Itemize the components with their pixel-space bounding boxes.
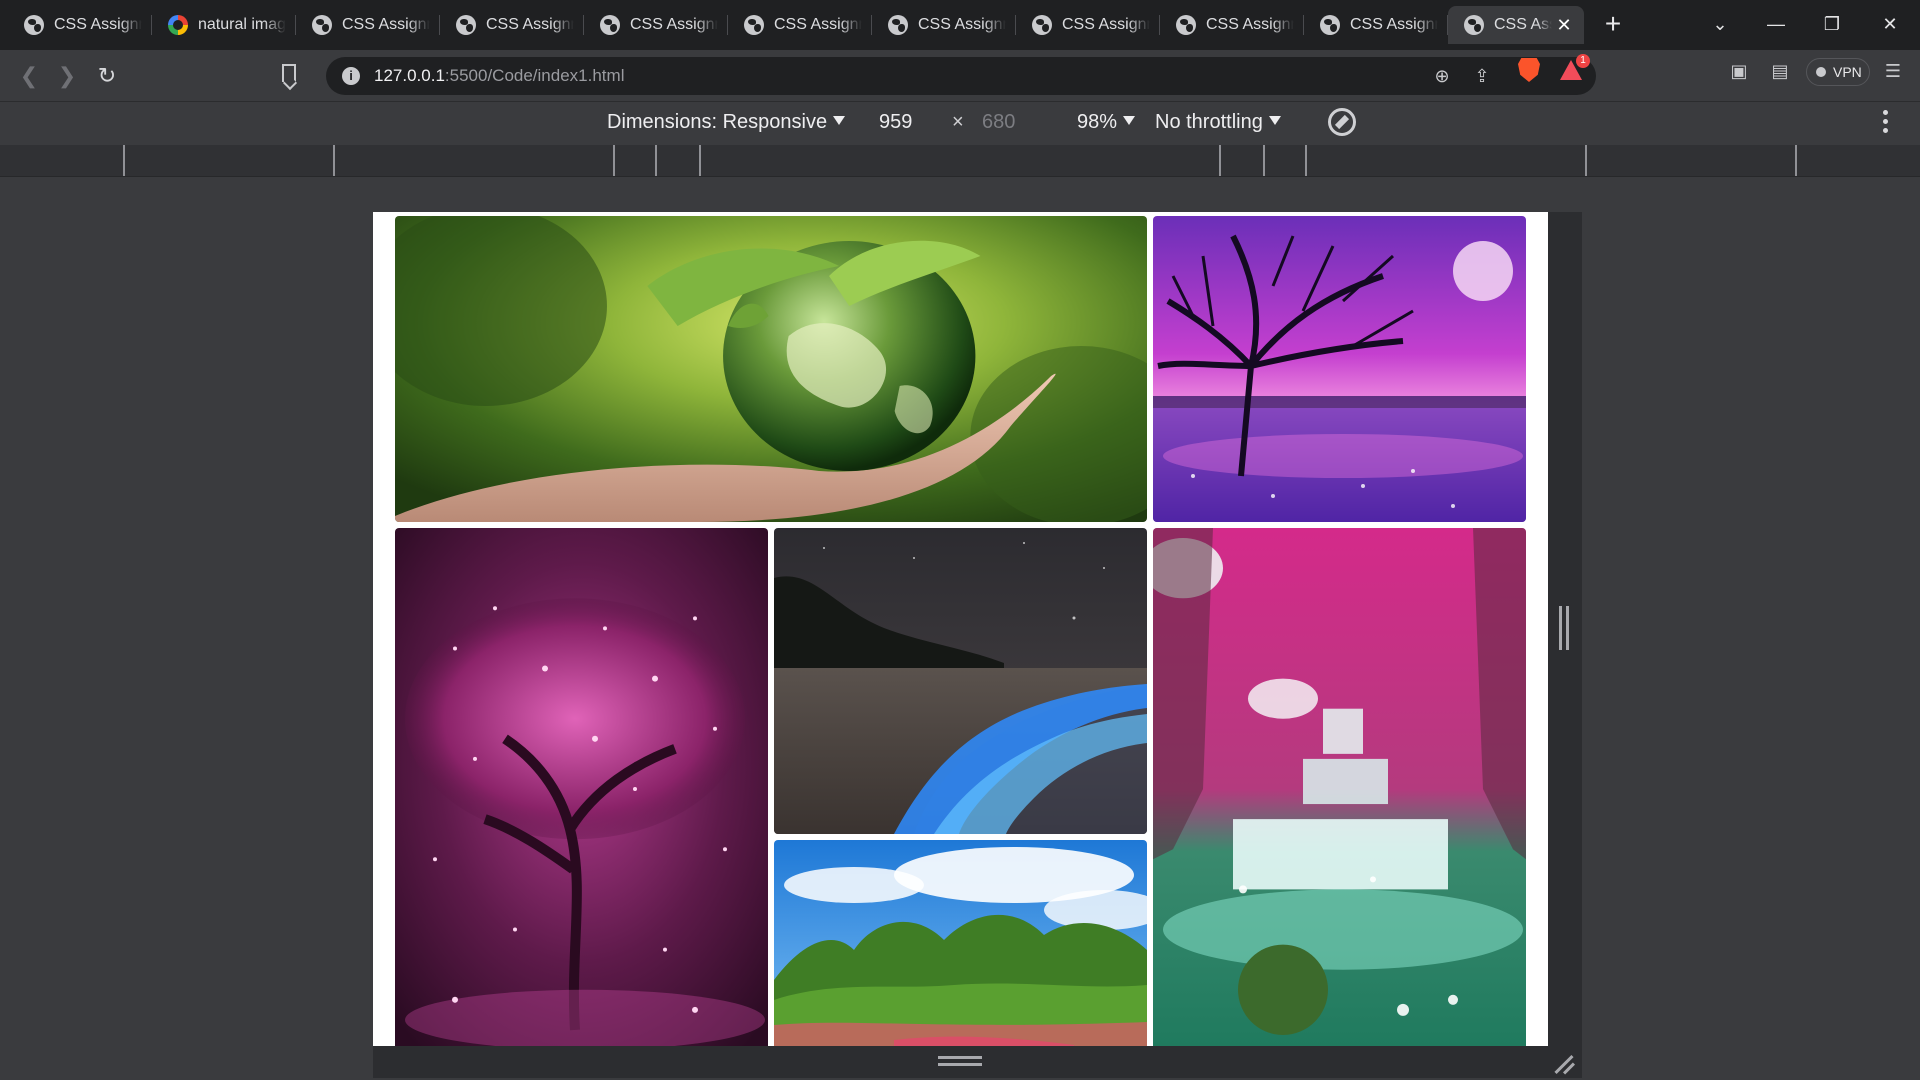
tab-active[interactable]: CSS Assi✕ — [1448, 6, 1584, 44]
google-icon — [168, 15, 188, 35]
media-query-marker[interactable] — [333, 145, 335, 176]
caret-down-icon — [833, 116, 846, 125]
tab-title: CSS Assignm — [486, 16, 574, 33]
image-gallery — [395, 216, 1527, 1046]
jungle-river-image — [774, 840, 1147, 1046]
bioluminescent-beach-image — [774, 528, 1147, 834]
globe-icon — [1320, 15, 1340, 35]
url-text[interactable]: 127.0.0.1:5500/Code/index1.html — [374, 66, 624, 86]
media-query-marker[interactable] — [1305, 145, 1307, 176]
zoom-label: 98% — [1077, 111, 1118, 133]
caret-down-icon — [1268, 116, 1281, 125]
browser-toolbar: ❮ ❯ ↻ i 127.0.0.1:5500/Code/index1.html … — [0, 50, 1920, 102]
zoom-dropdown[interactable]: 98% — [1077, 111, 1136, 134]
globe-icon — [24, 15, 44, 35]
site-info-icon[interactable]: i — [342, 67, 360, 85]
close-tab-icon[interactable]: ✕ — [1554, 15, 1574, 35]
globe-icon — [1032, 15, 1052, 35]
tab[interactable]: CSS Assignm — [1160, 6, 1304, 44]
menu-icon[interactable]: ☰ — [1882, 61, 1904, 81]
tab-title: CSS Assignm — [342, 16, 430, 33]
back-icon[interactable]: ❮ — [14, 61, 44, 91]
share-icon[interactable]: ⇪ — [1470, 65, 1494, 87]
globe-icon — [600, 15, 620, 35]
media-query-bar — [0, 145, 1920, 177]
purple-tree-lake-image — [1153, 216, 1526, 522]
tab-title: CSS Assignm — [1206, 16, 1294, 33]
sidebar-icon[interactable]: ▣ — [1728, 61, 1750, 81]
tab[interactable]: natural image — [152, 6, 296, 44]
pink-forest-waterfall-image — [1153, 528, 1526, 1046]
restore-icon[interactable]: ❐ — [1814, 8, 1850, 40]
tab[interactable]: CSS Assignm — [872, 6, 1016, 44]
globe-icon — [312, 15, 332, 35]
tab-title: CSS Assignm — [1062, 16, 1150, 33]
wallet-icon[interactable]: ▤ — [1769, 61, 1791, 81]
minimize-icon[interactable]: — — [1758, 8, 1794, 40]
throttling-label: No throttling — [1155, 111, 1263, 133]
tab-strip: CSS Assignm natural image CSS Assignm CSS A… — [0, 0, 1920, 50]
page-viewport — [373, 212, 1548, 1046]
device-toolbar: Dimensions: Responsive 959 × 680 98% No … — [0, 103, 1920, 145]
media-query-marker[interactable] — [655, 145, 657, 176]
width-input[interactable]: 959 — [879, 111, 912, 134]
more-options-icon[interactable] — [1883, 110, 1889, 134]
resize-grip-icon — [938, 1056, 982, 1066]
globe-icon — [888, 15, 908, 35]
media-query-marker[interactable] — [1795, 145, 1797, 176]
earth-in-hand-image — [395, 216, 1147, 522]
tab[interactable]: CSS Assignm — [1304, 6, 1448, 44]
tab[interactable]: CSS Assignm — [8, 6, 152, 44]
address-bar[interactable]: i 127.0.0.1:5500/Code/index1.html ⊕ ⇪ — [326, 57, 1596, 95]
globe-icon — [744, 15, 764, 35]
tab-title: CSS Assignm — [1350, 16, 1438, 33]
tab-title: CSS Assi — [1494, 16, 1552, 33]
zoom-icon[interactable]: ⊕ — [1430, 65, 1454, 87]
tab-title: CSS Assignm — [774, 16, 862, 33]
times-label: × — [952, 111, 964, 133]
media-query-marker[interactable] — [1219, 145, 1221, 176]
media-query-marker[interactable] — [699, 145, 701, 176]
media-query-marker[interactable] — [1263, 145, 1265, 176]
tab[interactable]: CSS Assignm — [1016, 6, 1160, 44]
vpn-button[interactable]: VPN — [1806, 58, 1870, 86]
url-path: :5500/Code/index1.html — [444, 66, 625, 85]
tab-title: CSS Assignm — [630, 16, 718, 33]
viewport-resize-handle-bottom[interactable] — [373, 1046, 1582, 1078]
forward-icon[interactable]: ❯ — [52, 61, 82, 91]
media-query-marker[interactable] — [123, 145, 125, 176]
globe-icon — [1464, 15, 1484, 35]
globe-icon — [456, 15, 476, 35]
dimensions-dropdown[interactable]: Dimensions: Responsive — [607, 111, 846, 134]
tab[interactable]: CSS Assignm — [440, 6, 584, 44]
tab-search-chevron-icon[interactable]: ⌄ — [1702, 8, 1738, 40]
notification-badge: 1 — [1576, 54, 1590, 68]
tab-title: natural image — [198, 16, 286, 33]
bookmark-icon[interactable] — [282, 64, 296, 82]
viewport-resize-corner-icon[interactable] — [1552, 1053, 1576, 1075]
media-query-marker[interactable] — [613, 145, 615, 176]
reload-icon[interactable]: ↻ — [92, 61, 122, 91]
new-tab-button[interactable]: + — [1598, 10, 1628, 40]
tab-title: CSS Assignm — [54, 16, 142, 33]
close-window-icon[interactable]: ✕ — [1872, 8, 1908, 40]
rotate-icon[interactable] — [1328, 108, 1356, 136]
dimensions-label: Dimensions: Responsive — [607, 111, 828, 133]
height-input[interactable]: 680 — [982, 111, 1015, 134]
tab-title: CSS Assignm — [918, 16, 1006, 33]
tab[interactable]: CSS Assignm — [296, 6, 440, 44]
globe-icon — [1176, 15, 1196, 35]
media-query-marker[interactable] — [1585, 145, 1587, 176]
resize-grip-icon — [1559, 606, 1569, 650]
pink-glowing-tree-image — [395, 528, 768, 1046]
url-host: 127.0.0.1 — [374, 66, 445, 85]
throttling-dropdown[interactable]: No throttling — [1155, 111, 1281, 134]
viewport-resize-handle-right[interactable] — [1548, 212, 1582, 1046]
caret-down-icon — [1123, 116, 1136, 125]
tab[interactable]: CSS Assignm — [584, 6, 728, 44]
tab[interactable]: CSS Assignm — [728, 6, 872, 44]
